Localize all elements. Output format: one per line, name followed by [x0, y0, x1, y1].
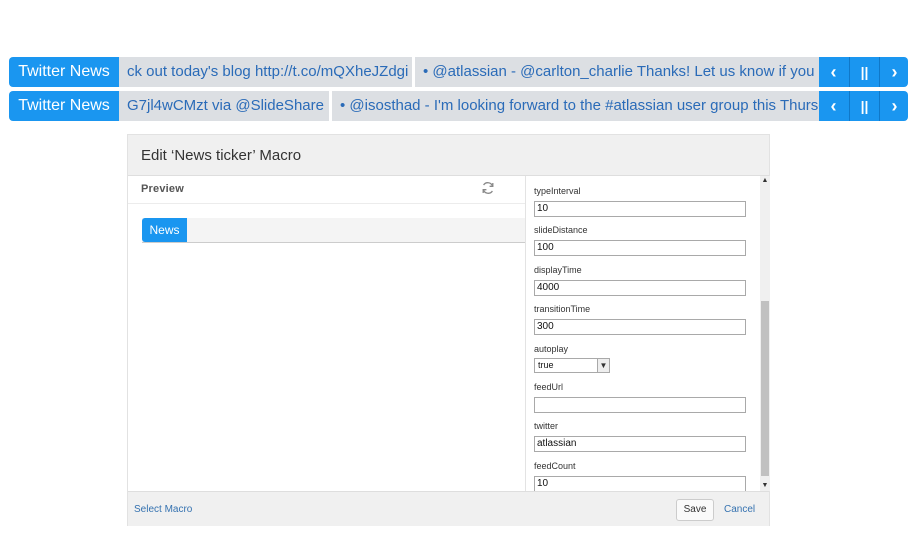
param-feedcount: feedCount 10	[534, 460, 746, 491]
next-icon[interactable]: ›	[880, 57, 909, 87]
params-scrollbar[interactable]: ▲ ▼	[760, 176, 770, 491]
macro-parameters: typeInterval 10 slideDistance 100 displa…	[525, 176, 761, 491]
param-displaytime: displayTime 4000	[534, 264, 746, 296]
prev-icon[interactable]: ‹	[819, 91, 848, 121]
save-button[interactable]: Save	[676, 499, 714, 521]
ticker-item-text: ck out today's blog http://t.co/mQXheJZd…	[127, 63, 409, 80]
ticker-label: Twitter News	[9, 91, 119, 121]
ticker-item[interactable]: • @isosthad - I'm looking forward to the…	[332, 91, 828, 121]
param-transitiontime: transitionTime 300	[534, 303, 746, 335]
param-label: twitter	[534, 421, 559, 431]
ticker-item-text: • @atlassian - @carlton_charlie Thanks! …	[423, 63, 828, 80]
refresh-icon-glyph	[482, 182, 494, 194]
scroll-down-icon[interactable]: ▼	[760, 481, 770, 491]
param-label: autoplay	[534, 344, 569, 354]
preview-ticker-label: News	[142, 218, 187, 242]
param-feedurl: feedUrl	[534, 381, 746, 413]
feedcount-input[interactable]: 10	[534, 476, 746, 491]
preview-pane: Preview News	[128, 176, 525, 491]
twitter-input[interactable]: atlassian	[534, 436, 746, 452]
news-ticker-2: Twitter News G7jl4wCMzt via @SlideShare …	[9, 91, 908, 121]
preview-header: Preview	[128, 176, 525, 204]
cancel-link[interactable]: Cancel	[724, 504, 755, 515]
param-autoplay: autoplay true ▼	[534, 343, 746, 373]
ticker-controls: ‹ || ›	[819, 57, 908, 87]
pause-icon[interactable]: ||	[850, 91, 879, 121]
dialog-footer: Select Macro Save Cancel	[128, 491, 769, 526]
param-label: displayTime	[534, 265, 582, 275]
displaytime-input[interactable]: 4000	[534, 280, 746, 296]
prev-icon[interactable]: ‹	[819, 57, 848, 87]
scroll-up-icon[interactable]: ▲	[760, 176, 770, 186]
refresh-icon[interactable]	[480, 181, 496, 197]
ticker-item[interactable]: ck out today's blog http://t.co/mQXheJZd…	[119, 57, 414, 87]
param-label: slideDistance	[534, 225, 588, 235]
param-label: feedUrl	[534, 382, 564, 392]
dialog-header: Edit ‘News ticker’ Macro	[128, 135, 769, 176]
feedurl-input[interactable]	[534, 397, 746, 413]
scrollbar-thumb[interactable]	[761, 301, 769, 476]
ticker-label: Twitter News	[9, 57, 119, 87]
next-icon[interactable]: ›	[880, 91, 909, 121]
transitiontime-input[interactable]: 300	[534, 319, 746, 335]
param-label: typeInterval	[534, 186, 581, 196]
preview-ticker: News	[142, 218, 525, 243]
slidedistance-input[interactable]: 100	[534, 240, 746, 256]
macro-editor-dialog: Edit ‘News ticker’ Macro Preview News ty…	[127, 134, 770, 526]
typeinterval-input[interactable]: 10	[534, 201, 746, 217]
param-typeinterval: typeInterval 10	[534, 185, 746, 217]
ticker-item-text: G7jl4wCMzt via @SlideShare	[127, 97, 324, 114]
param-label: feedCount	[534, 461, 576, 471]
ticker-track: ck out today's blog http://t.co/mQXheJZd…	[119, 57, 828, 87]
ticker-item[interactable]: G7jl4wCMzt via @SlideShare	[119, 91, 329, 121]
param-slidedistance: slideDistance 100	[534, 224, 746, 256]
preview-title: Preview	[141, 183, 184, 195]
ticker-track: G7jl4wCMzt via @SlideShare • @isosthad -…	[119, 91, 828, 121]
ticker-item-text: • @isosthad - I'm looking forward to the…	[340, 97, 828, 114]
ticker-controls: ‹ || ›	[819, 91, 908, 121]
pause-icon[interactable]: ||	[850, 57, 879, 87]
param-label: transitionTime	[534, 304, 591, 314]
select-macro-link[interactable]: Select Macro	[134, 504, 192, 515]
autoplay-value: true	[538, 360, 554, 370]
dialog-title: Edit ‘News ticker’ Macro	[141, 147, 302, 164]
chevron-down-icon: ▼	[597, 359, 609, 372]
news-ticker-1: Twitter News ck out today's blog http://…	[9, 57, 908, 87]
param-twitter: twitter atlassian	[534, 420, 746, 452]
autoplay-select[interactable]: true ▼	[534, 358, 610, 373]
ticker-item[interactable]: • @atlassian - @carlton_charlie Thanks! …	[415, 57, 828, 87]
